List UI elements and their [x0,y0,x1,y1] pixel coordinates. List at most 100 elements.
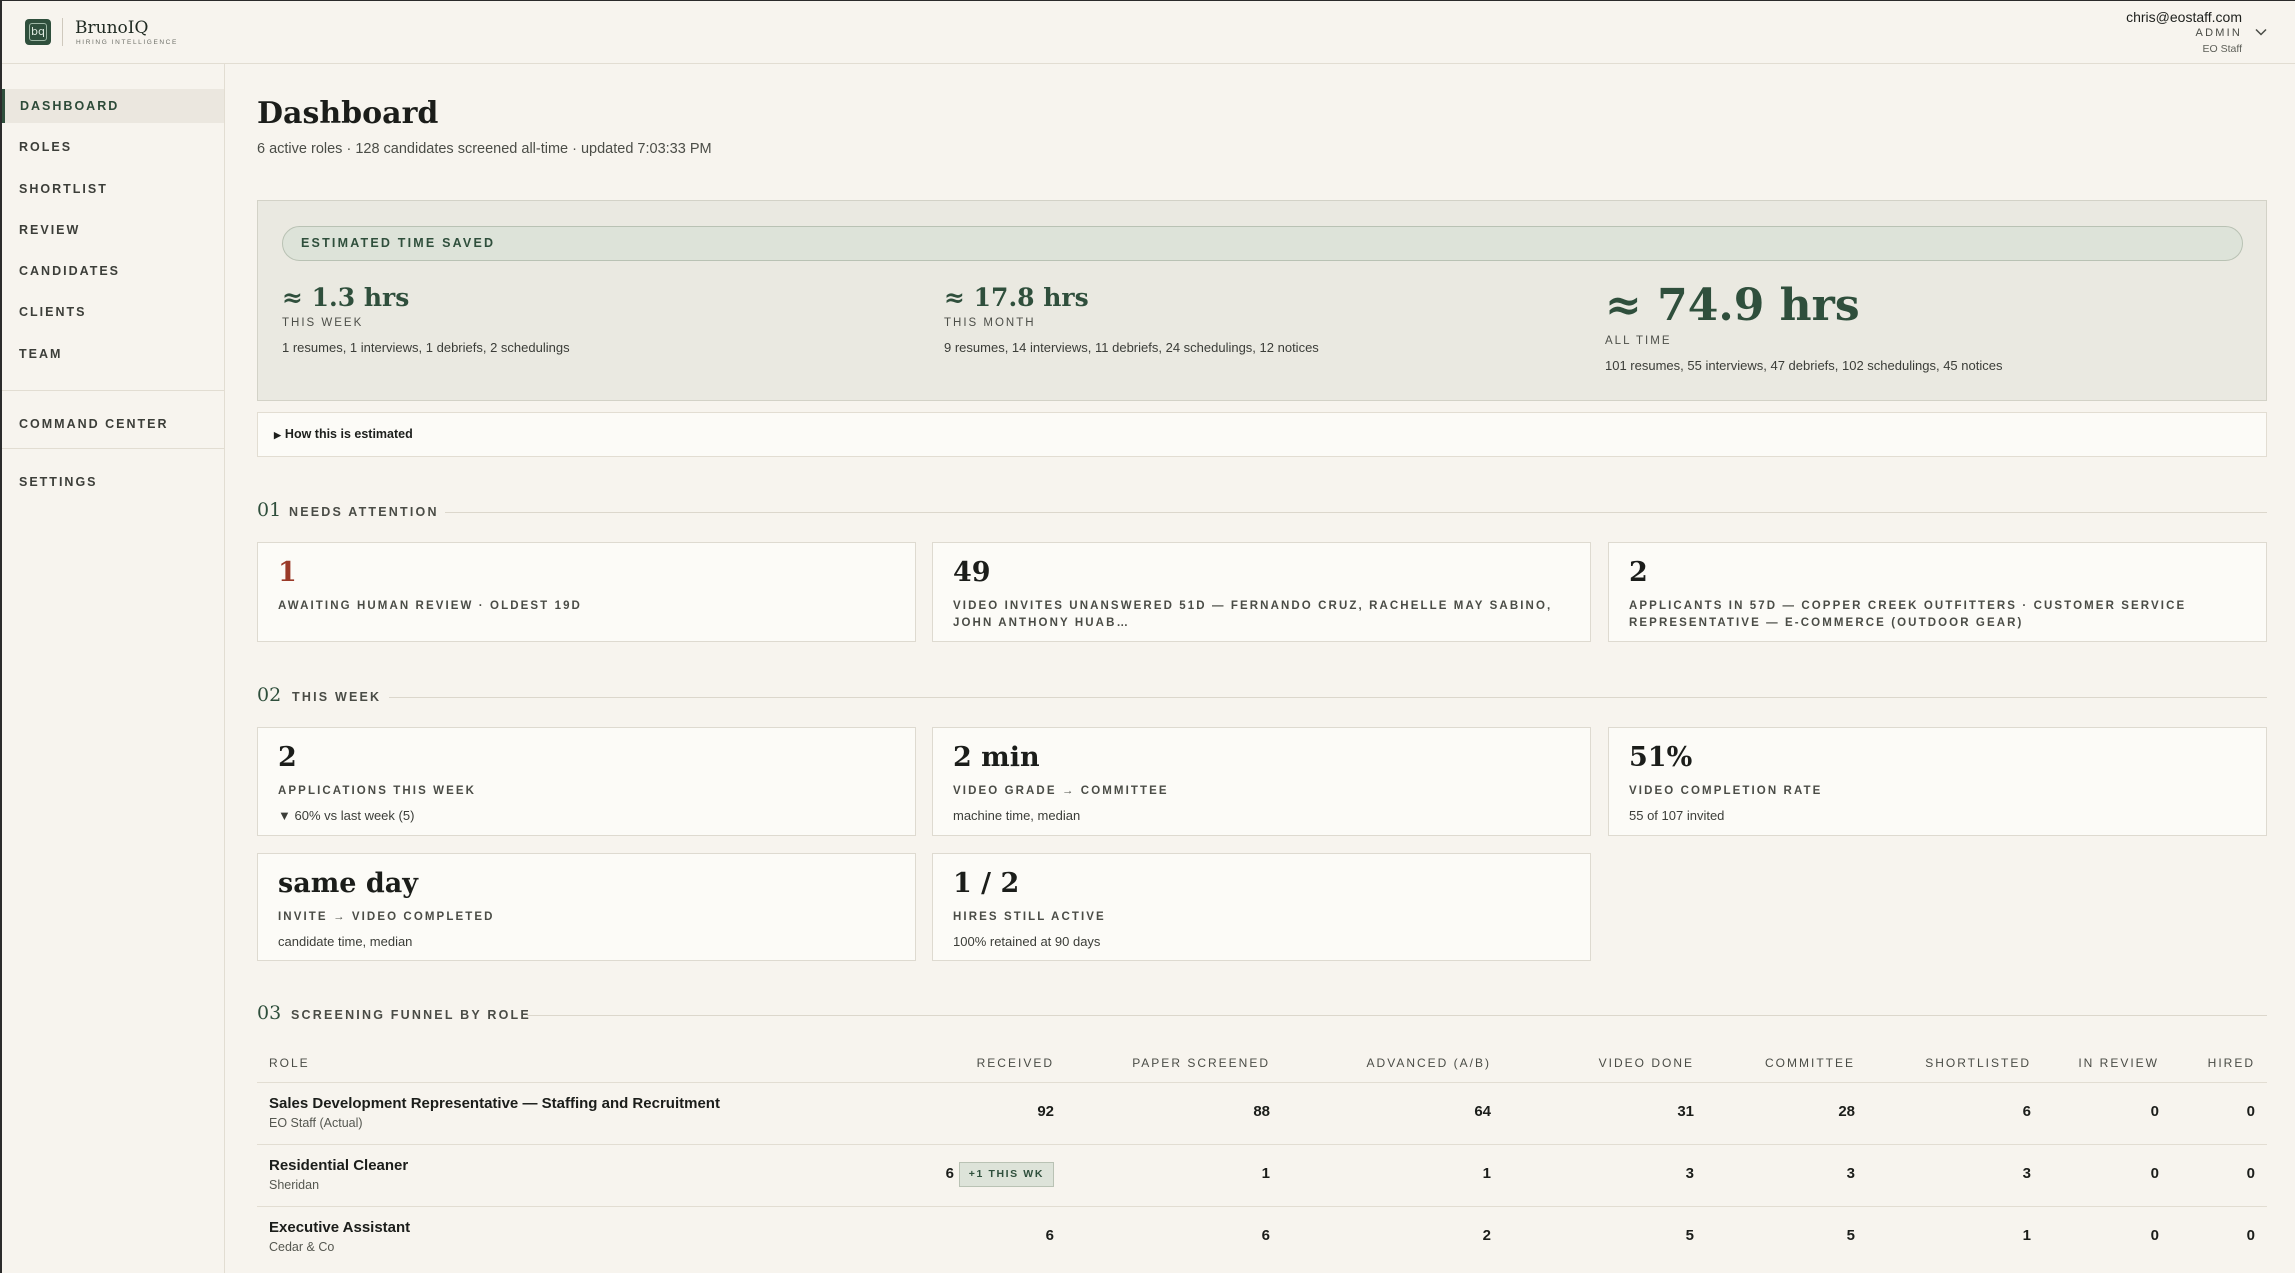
sidebar-divider [2,448,224,449]
card-label: APPLICANTS IN 57D — COPPER CREEK OUTFITT… [1629,600,2187,629]
week-card-applications: 2 APPLICATIONS THIS WEEK ▼ 60% vs last w… [257,727,916,836]
cell-shortlisted: 3 [2022,1165,2031,1182]
section-this-week-header: 02 THIS WEEK [257,684,2267,708]
card-note: 55 of 107 invited [1629,808,1725,823]
card-label: INVITE → VIDEO COMPLETED [278,911,495,923]
cell-paper-screened: 6 [1261,1227,1270,1244]
time-saved-month-desc: 9 resumes, 14 interviews, 11 debriefs, 2… [944,340,1319,355]
column-header-paper-screened[interactable]: PAPER SCREENED [1132,1056,1270,1070]
role-client: Sheridan [269,1178,320,1192]
card-label: APPLICATIONS THIS WEEK [278,785,477,797]
column-header-shortlisted[interactable]: SHORTLISTED [1925,1056,2031,1070]
cell-hired: 0 [2246,1227,2255,1244]
cell-advanced: 64 [1474,1103,1491,1120]
card-note: candidate time, median [278,934,413,949]
card-value: 49 [953,557,991,588]
table-row[interactable]: Residential Cleaner Sheridan 6 +1 THIS W… [257,1144,2267,1206]
cell-advanced: 1 [1482,1165,1491,1182]
week-card-hires-active: 1 / 2 HIRES STILL ACTIVE 100% retained a… [932,853,1591,961]
cell-paper-screened: 88 [1253,1103,1270,1120]
cell-shortlisted: 1 [2022,1227,2031,1244]
column-header-in-review[interactable]: IN REVIEW [2078,1056,2159,1070]
cell-committee: 5 [1846,1227,1855,1244]
chevron-down-icon[interactable] [2254,25,2268,39]
attention-card-applicants[interactable]: 2 APPLICANTS IN 57D — COPPER CREEK OUTFI… [1608,542,2267,642]
cell-paper-screened: 1 [1261,1165,1270,1182]
new-this-week-badge: +1 THIS WK [958,1162,1054,1187]
column-header-committee[interactable]: COMMITTEE [1765,1056,1855,1070]
sidebar-divider [2,390,224,391]
cell-video-done: 31 [1677,1103,1694,1120]
cell-in-review: 0 [2150,1165,2159,1182]
top-bar: bq BrunoIQ HIRING INTELLIGENCE chris@eos… [2,1,2295,64]
how-estimated-toggle[interactable]: ▶ How this is estimated [257,412,2267,457]
section-title: NEEDS ATTENTION [289,505,439,519]
user-email[interactable]: chris@eostaff.com [2126,9,2242,25]
attention-card-video-invites[interactable]: 49 VIDEO INVITES UNANSWERED 51D — FERNAN… [932,542,1591,642]
card-label: VIDEO COMPLETION RATE [1629,785,1823,797]
attention-card-review[interactable]: 1 AWAITING HUMAN REVIEW · OLDEST 19D [257,542,916,642]
table-row[interactable]: Executive Assistant Cedar & Co 6 6 2 5 5… [257,1206,2267,1268]
section-title: THIS WEEK [292,690,382,704]
sidebar-item-review[interactable]: REVIEW [2,213,224,247]
card-value: 2 [1629,557,1648,588]
cell-in-review: 0 [2150,1103,2159,1120]
card-note: ▼ 60% vs last week (5) [278,808,415,823]
card-value: 1 [278,557,297,588]
card-label: VIDEO GRADE → COMMITTEE [953,785,1169,797]
cell-received: 6 [945,1165,954,1182]
week-card-completion-rate: 51% VIDEO COMPLETION RATE 55 of 107 invi… [1608,727,2267,836]
cell-video-done: 3 [1685,1165,1694,1182]
card-value: 2 [278,742,297,773]
card-value: 2 min [953,742,1040,773]
cell-in-review: 0 [2150,1227,2159,1244]
cell-hired: 0 [2246,1103,2255,1120]
section-funnel-header: 03 SCREENING FUNNEL BY ROLE [257,1002,2267,1026]
sidebar-item-candidates[interactable]: CANDIDATES [2,254,224,288]
section-number: 02 [257,684,282,706]
week-card-invite-to-video: same day INVITE → VIDEO COMPLETED candid… [257,853,916,961]
column-header-video-done[interactable]: VIDEO DONE [1599,1056,1694,1070]
card-value: same day [278,868,418,899]
card-note: machine time, median [953,808,1081,823]
sidebar-item-roles[interactable]: ROLES [2,130,224,164]
sidebar-item-shortlist[interactable]: SHORTLIST [2,172,224,206]
column-header-advanced[interactable]: ADVANCED (A/B) [1367,1056,1491,1070]
time-saved-month-label: THIS MONTH [944,317,1036,329]
time-saved-week-value: ≈ 1.3 hrs [282,283,410,312]
role-name: Sales Development Representative — Staff… [269,1095,720,1112]
section-number: 03 [257,1002,282,1024]
column-header-received[interactable]: RECEIVED [977,1056,1054,1070]
sidebar-item-settings[interactable]: SETTINGS [2,465,224,499]
section-needs-attention-header: 01 NEEDS ATTENTION [257,499,2267,523]
logo-icon[interactable]: bq [25,19,51,45]
role-client: EO Staff (Actual) [269,1116,363,1130]
column-header-hired[interactable]: HIRED [2208,1056,2255,1070]
logo-mark-text: bq [29,23,47,41]
role-name: Executive Assistant [269,1219,411,1236]
table-row[interactable]: Sales Development Representative — Staff… [257,1082,2267,1144]
cell-advanced: 2 [1482,1227,1491,1244]
brand-name[interactable]: BrunoIQ [75,18,148,38]
column-header-role[interactable]: ROLE [269,1056,310,1070]
logo-divider [62,18,63,46]
time-saved-all-value: ≈ 74.9 hrs [1605,280,1860,331]
sidebar-item-dashboard[interactable]: DASHBOARD [2,89,224,123]
sidebar-item-command-center[interactable]: COMMAND CENTER [2,407,224,441]
sidebar: DASHBOARD ROLES SHORTLIST REVIEW CANDIDA… [2,64,225,1273]
time-saved-month-value: ≈ 17.8 hrs [944,283,1089,312]
cell-committee: 28 [1838,1103,1855,1120]
page-title: Dashboard [257,96,439,131]
time-saved-all-desc: 101 resumes, 55 interviews, 47 debriefs,… [1605,358,2003,373]
sidebar-item-clients[interactable]: CLIENTS [2,295,224,329]
card-value: 51% [1629,742,1693,773]
time-saved-heading: ESTIMATED TIME SAVED [282,226,2243,261]
cell-hired: 0 [2246,1165,2255,1182]
section-rule [445,512,2267,513]
cell-received: 6 [1045,1227,1054,1244]
card-value: 1 / 2 [953,868,1020,899]
card-label: HIRES STILL ACTIVE [953,911,1106,923]
cell-committee: 3 [1846,1165,1855,1182]
card-label: VIDEO INVITES UNANSWERED 51D — FERNANDO … [953,600,1553,629]
sidebar-item-team[interactable]: TEAM [2,337,224,371]
